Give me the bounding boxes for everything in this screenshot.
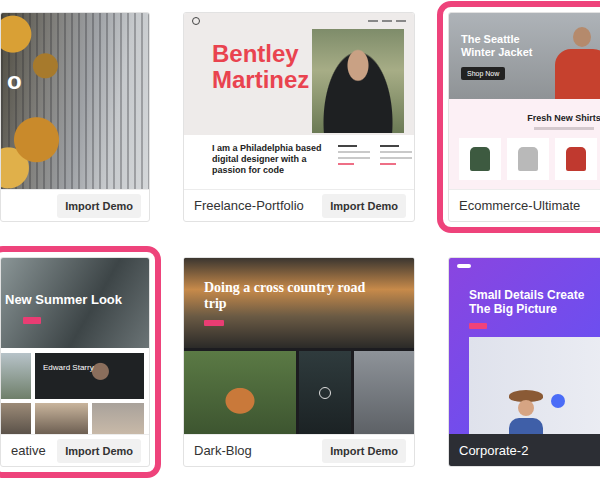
demo-thumbnail: Bentley MartinezI am a Philadelphia base… xyxy=(184,13,414,189)
card-footer: eative Import Demo xyxy=(1,434,149,466)
arrow-button-icon xyxy=(551,394,565,408)
preview-nav xyxy=(184,13,414,29)
demo-thumbnail: Small Details Create The Big Picture xyxy=(449,258,600,434)
logo-icon xyxy=(192,17,200,25)
demo-thumbnail: The Seattle Winter Jacket Shop Now Fresh N… xyxy=(449,13,600,189)
demo-card[interactable]: The Seattle Winter Jacket Shop Now Fresh N… xyxy=(448,12,600,222)
demo-name: Corporate-2 xyxy=(459,443,528,458)
hero-heading: o xyxy=(7,67,22,94)
card-footer: Freelance-Portfolio Import Demo xyxy=(184,189,414,221)
photo-caption: Edward Starry xyxy=(43,363,94,372)
shirt-icon xyxy=(566,147,586,171)
product-tile xyxy=(507,138,549,180)
product-section: Fresh New Shirts xyxy=(449,99,600,189)
demo-name: Freelance-Portfolio xyxy=(194,198,304,213)
portfolio-preview: Bentley MartinezI am a Philadelphia base… xyxy=(184,13,414,189)
hero-button xyxy=(204,320,224,326)
card-footer: Ecommerce-Ultimate xyxy=(449,189,600,221)
demo-name: eative xyxy=(11,443,46,458)
demo-name: Ecommerce-Ultimate xyxy=(459,198,580,213)
product-tile xyxy=(555,138,597,180)
demo-gallery: o Import Demo Bentley MartinezI am a Phila… xyxy=(0,0,600,480)
hero-title: Small Details Create The Big Picture xyxy=(469,288,595,317)
hero-title: Bentley Martinez xyxy=(212,29,312,133)
card-footer: Dark-Blog Import Demo xyxy=(184,434,414,466)
import-demo-button[interactable]: Import Demo xyxy=(57,194,141,218)
hero-photo xyxy=(469,337,600,434)
ecommerce-preview: The Seattle Winter Jacket Shop Now Fresh N… xyxy=(449,13,600,189)
import-demo-button[interactable]: Import Demo xyxy=(322,194,406,218)
demo-card[interactable]: Doing a cross country road trip Dark-Blog… xyxy=(183,257,415,467)
hero-title: The Seattle Winter Jacket xyxy=(461,33,551,59)
card-footer: Corporate-2 xyxy=(449,434,600,466)
shirt-icon xyxy=(470,147,490,171)
shop-now-button: Shop Now xyxy=(461,67,505,80)
nav-links xyxy=(368,20,406,22)
demo-card[interactable]: New Summer Look Edward Starry eative Import… xyxy=(0,257,150,467)
photo-row xyxy=(184,348,414,434)
info-columns xyxy=(322,135,412,189)
demo-thumbnail: New Summer Look Edward Starry xyxy=(1,258,149,434)
section-title: Fresh New Shirts xyxy=(449,113,600,123)
portrait-photo xyxy=(312,29,404,133)
import-demo-button[interactable]: Import Demo xyxy=(322,439,406,463)
demo-thumbnail: Doing a cross country road trip xyxy=(184,258,414,434)
model-photo xyxy=(555,13,600,99)
shop-hero: The Seattle Winter Jacket Shop Now xyxy=(449,13,600,99)
blog-preview: Doing a cross country road trip xyxy=(184,258,414,434)
corporate-preview: Small Details Create The Big Picture xyxy=(449,258,600,434)
demo-card[interactable]: Small Details Create The Big Picture Corp… xyxy=(448,257,600,467)
shirt-icon xyxy=(518,147,538,171)
card-footer: Import Demo xyxy=(1,189,149,221)
demo-thumbnail: o xyxy=(1,13,149,189)
play-icon xyxy=(319,387,331,399)
photo-grid: Edward Starry xyxy=(1,348,149,434)
product-row xyxy=(449,130,600,180)
portfolio-hero: Bentley Martinez xyxy=(184,13,414,135)
demo-card[interactable]: o Import Demo xyxy=(0,12,150,222)
hero-title: Doing a cross country road trip xyxy=(204,280,374,312)
import-demo-button[interactable]: Import Demo xyxy=(57,439,141,463)
hero-button xyxy=(469,323,487,329)
blog-hero: Doing a cross country road trip xyxy=(184,258,414,348)
creative-preview: New Summer Look Edward Starry xyxy=(1,258,149,434)
demo-grid: o Import Demo Bentley MartinezI am a Phila… xyxy=(0,0,600,467)
demo-name: Dark-Blog xyxy=(194,443,252,458)
city-photo: o xyxy=(1,13,149,189)
hero-title: New Summer Look xyxy=(5,292,149,307)
creative-hero: New Summer Look xyxy=(1,258,149,348)
bio-text: I am a Philadelphia based digital design… xyxy=(184,135,322,189)
product-tile xyxy=(459,138,501,180)
hero-button xyxy=(23,317,41,324)
demo-card[interactable]: Bentley MartinezI am a Philadelphia base… xyxy=(183,12,415,222)
